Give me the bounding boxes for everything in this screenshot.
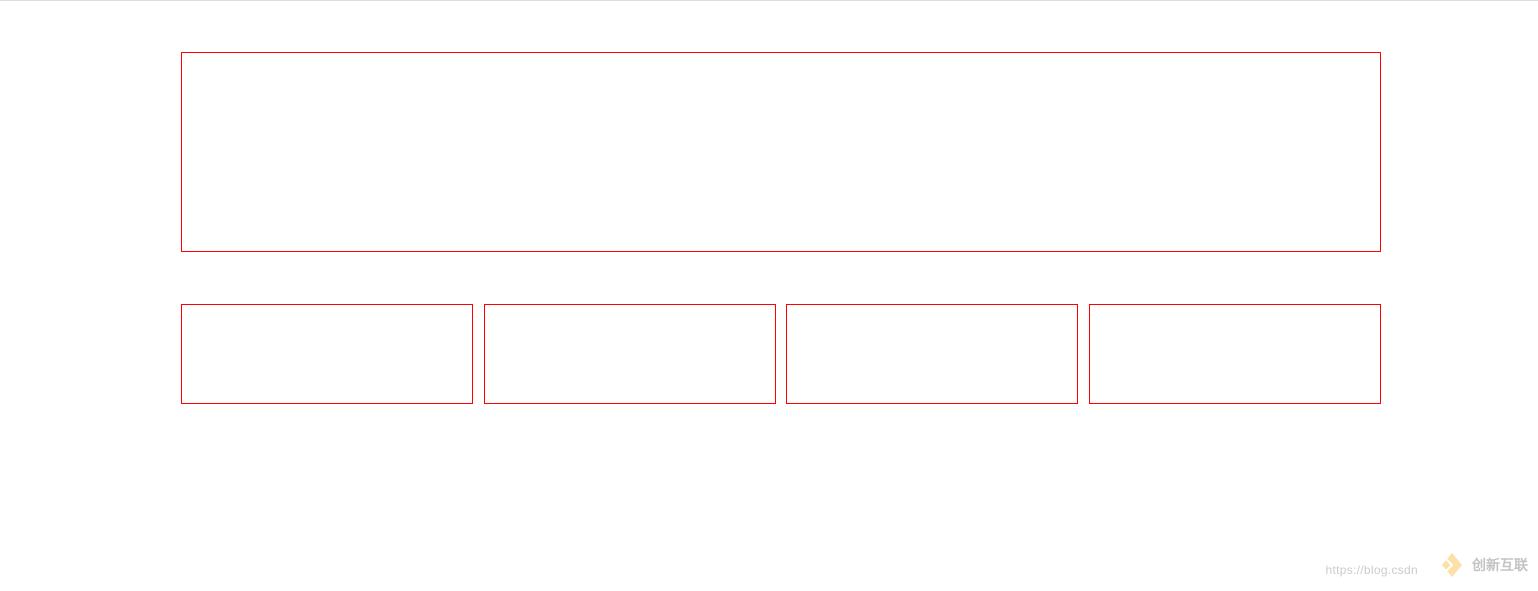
layout-container <box>181 52 1381 404</box>
watermark-url: https://blog.csdn <box>1326 563 1419 577</box>
item-box-2 <box>484 304 776 404</box>
item-box-4 <box>1089 304 1381 404</box>
watermark-logo-icon <box>1438 551 1466 579</box>
watermark: 创新互联 <box>1438 551 1528 579</box>
watermark-brand-text: 创新互联 <box>1472 555 1528 575</box>
top-divider <box>0 0 1538 1</box>
items-row <box>181 304 1381 404</box>
header-box <box>181 52 1381 252</box>
item-box-3 <box>786 304 1078 404</box>
item-box-1 <box>181 304 473 404</box>
